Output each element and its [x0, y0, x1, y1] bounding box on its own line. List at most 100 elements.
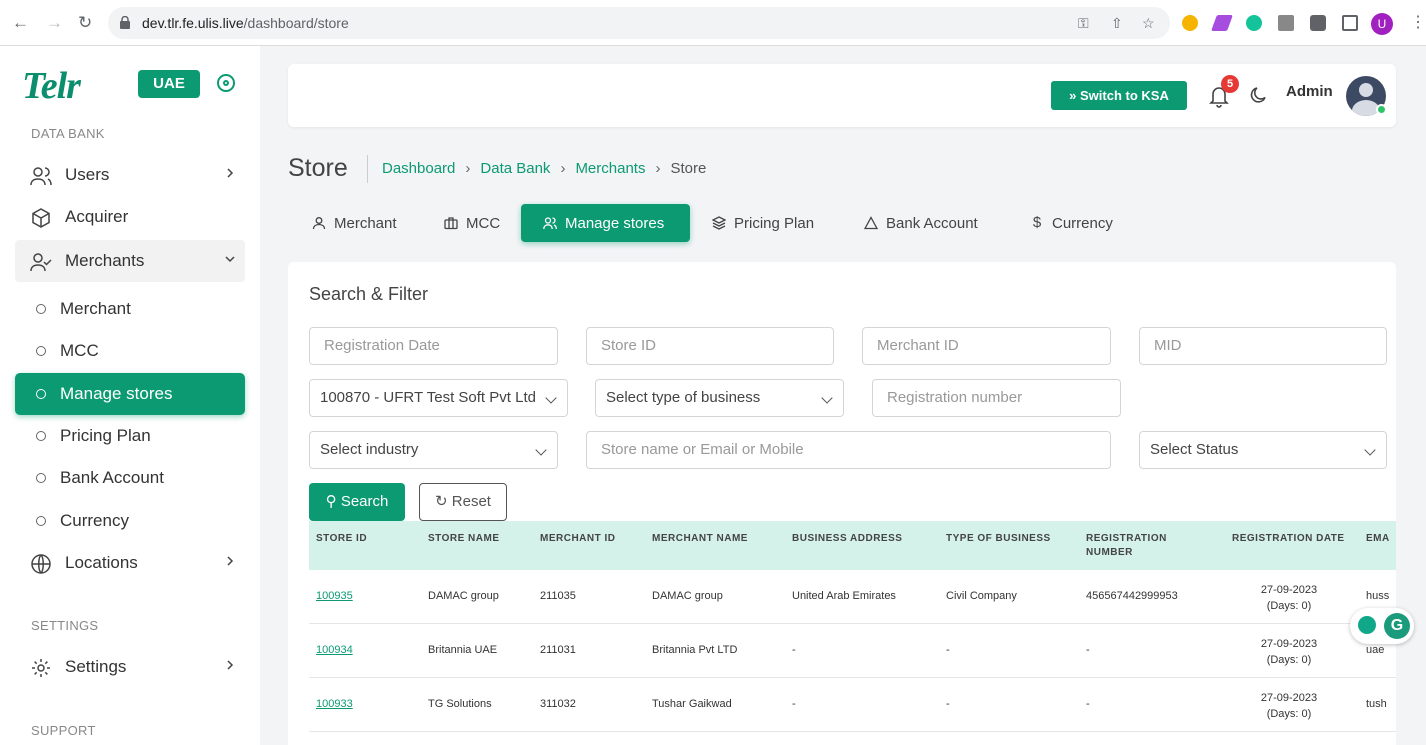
sidebar-item-label: Locations — [65, 553, 138, 572]
sidepanel-icon[interactable] — [1342, 15, 1358, 31]
pen-extension-icon[interactable] — [1211, 15, 1233, 31]
search-button[interactable]: ⚲ Search — [309, 483, 405, 521]
bookmark-star-icon[interactable]: ☆ — [1142, 15, 1155, 32]
puzzle-icon[interactable] — [1310, 15, 1326, 31]
users-icon — [30, 167, 52, 186]
circle-icon — [36, 473, 46, 483]
th-business-address[interactable]: BUSINESS ADDRESS — [792, 532, 902, 546]
region-badge[interactable]: UAE — [138, 70, 200, 98]
sidebar-subitem-label: Bank Account — [60, 468, 164, 487]
th-registration-number[interactable]: REGISTRATION NUMBER — [1086, 532, 1167, 560]
sidebar-subitem-mcc[interactable]: MCC — [15, 330, 245, 372]
chevron-down-icon — [545, 392, 557, 404]
globe-icon — [31, 554, 51, 574]
sidebar-subitem-merchant[interactable]: Merchant — [15, 288, 245, 330]
sidebar-subitem-bank-account[interactable]: Bank Account — [15, 457, 245, 499]
profile-avatar[interactable]: U — [1371, 13, 1393, 35]
grammarly-extension-icon[interactable] — [1246, 15, 1262, 31]
th-store-name[interactable]: STORE NAME — [428, 532, 500, 546]
merchant-select[interactable]: 100870 - UFRT Test Soft Pvt Ltd — [309, 379, 568, 417]
menu-kebab-icon[interactable]: ⋮ — [1410, 12, 1426, 32]
email-cell: huss — [1366, 590, 1390, 602]
address-cell: - — [792, 698, 796, 710]
tab-manage-stores[interactable]: Manage stores — [521, 204, 690, 242]
reload-icon[interactable]: ↻ — [78, 13, 92, 33]
reg-date-cell: 27-09-2023 (Days: 0) — [1260, 692, 1318, 720]
sidebar-subitem-label: MCC — [60, 341, 99, 360]
online-status-dot — [1376, 104, 1387, 115]
table-row: 100935 DAMAC group 211035 DAMAC group Un… — [309, 570, 1396, 624]
sidebar-subitem-label: Manage stores — [60, 384, 173, 403]
admin-name[interactable]: Admin — [1286, 83, 1333, 100]
store-id-link[interactable]: 100933 — [316, 698, 353, 710]
tab-mcc[interactable]: MCC — [432, 204, 512, 242]
extension-icon[interactable] — [1182, 15, 1198, 31]
telr-logo[interactable]: Telr — [22, 64, 81, 108]
registration-number-input[interactable]: Registration number — [872, 379, 1121, 417]
th-merchant-name[interactable]: MERCHANT NAME — [652, 532, 748, 546]
address-bar[interactable]: dev.tlr.fe.ulis.live/dashboard/store ⚿ ⇧… — [108, 7, 1170, 39]
section-data-bank: DATA BANK — [31, 126, 105, 141]
forward-icon[interactable]: → — [46, 13, 63, 33]
breadcrumb-data-bank[interactable]: Data Bank — [480, 160, 550, 177]
breadcrumb: Dashboard › Data Bank › Merchants › Stor… — [382, 160, 706, 177]
sidebar-subitem-currency[interactable]: Currency — [15, 500, 245, 542]
tab-label: Manage stores — [565, 214, 665, 232]
th-merchant-id[interactable]: MERCHANT ID — [540, 532, 616, 546]
lightbulb-icon[interactable] — [1358, 616, 1376, 634]
breadcrumb-dashboard[interactable]: Dashboard — [382, 160, 455, 177]
sidebar-item-label: Users — [65, 165, 110, 184]
tab-currency[interactable]: $ Currency — [1018, 204, 1125, 242]
store-id-link[interactable]: 100934 — [316, 644, 353, 656]
circle-icon — [36, 304, 46, 314]
grammarly-icon[interactable]: G — [1384, 613, 1410, 639]
reset-button[interactable]: ↻ Reset — [419, 483, 507, 521]
chevron-right-icon — [227, 168, 234, 178]
chevron-right-icon — [227, 660, 234, 670]
merchant-id-input[interactable]: Merchant ID — [862, 327, 1111, 365]
chevron-down-icon — [225, 256, 235, 263]
sidebar-subitem-pricing-plan[interactable]: Pricing Plan — [15, 415, 245, 457]
business-type-select[interactable]: Select type of business — [595, 379, 844, 417]
th-store-id[interactable]: STORE ID — [316, 532, 367, 546]
sidebar-item-merchants[interactable]: Merchants — [15, 240, 245, 282]
th-email[interactable]: EMA — [1366, 532, 1390, 546]
th-type-of-business[interactable]: TYPE OF BUSINESS — [946, 532, 1051, 546]
users-icon — [543, 217, 557, 230]
target-icon[interactable] — [217, 74, 235, 92]
industry-select[interactable]: Select industry — [309, 431, 558, 469]
mid-input[interactable]: MID — [1139, 327, 1387, 365]
merchant-name-cell: DAMAC group — [652, 590, 723, 602]
store-search-input[interactable]: Store name or Email or Mobile — [586, 431, 1111, 469]
key-icon[interactable]: ⚿ — [1078, 15, 1089, 32]
business-type-cell: - — [946, 644, 950, 656]
moon-icon[interactable] — [1249, 85, 1269, 105]
back-icon[interactable]: ← — [12, 13, 29, 33]
tab-bank-account[interactable]: Bank Account — [852, 204, 990, 242]
table-row: 100933 TG Solutions 311032 Tushar Gaikwa… — [309, 678, 1396, 732]
status-select[interactable]: Select Status — [1139, 431, 1387, 469]
breadcrumb-chevron-icon: › — [465, 160, 471, 177]
search-icon: ⚲ — [325, 493, 337, 510]
breadcrumb-merchants[interactable]: Merchants — [575, 160, 645, 177]
sidebar-item-users[interactable]: Users — [15, 154, 245, 196]
sidebar-item-label: Merchants — [65, 251, 145, 270]
switch-region-button[interactable]: » Switch to KSA — [1051, 81, 1187, 110]
th-registration-date[interactable]: REGISTRATION DATE — [1232, 532, 1345, 546]
sidebar-subitem-manage-stores[interactable]: Manage stores — [15, 373, 245, 415]
tab-merchant[interactable]: Merchant — [300, 204, 409, 242]
registration-date-input[interactable]: Registration Date — [309, 327, 558, 365]
business-type-value: Select type of business — [606, 389, 761, 406]
qr-extension-icon[interactable] — [1278, 15, 1294, 31]
store-id-input[interactable]: Store ID — [586, 327, 834, 365]
sidebar-item-acquirer[interactable]: Acquirer — [15, 196, 245, 238]
grammarly-widget[interactable]: G — [1350, 608, 1414, 644]
store-id-link[interactable]: 100935 — [316, 590, 353, 602]
sidebar-item-locations[interactable]: Locations — [15, 542, 245, 584]
sidebar-subitem-label: Merchant — [60, 299, 131, 318]
tab-label: Merchant — [334, 214, 397, 232]
tab-pricing-plan[interactable]: Pricing Plan — [700, 204, 826, 242]
store-name-cell: TG Solutions — [428, 698, 492, 710]
sidebar-item-settings[interactable]: Settings — [15, 646, 245, 688]
share-icon[interactable]: ⇧ — [1111, 15, 1123, 32]
